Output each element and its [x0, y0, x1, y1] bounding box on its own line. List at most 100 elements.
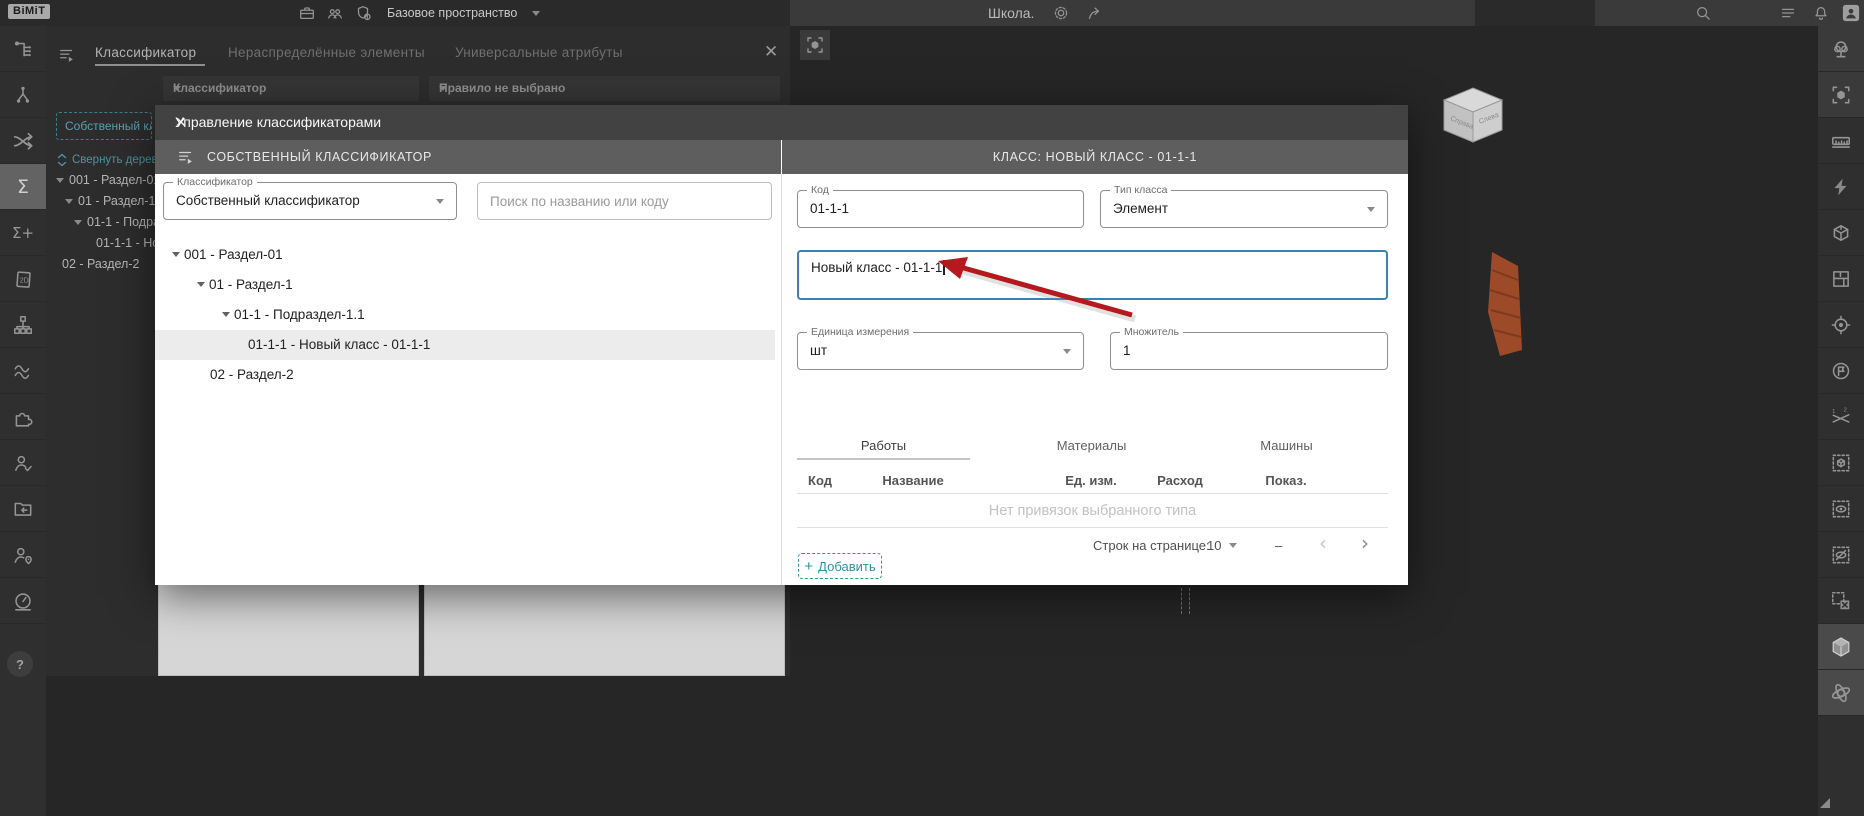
chevron-down-icon[interactable] [1229, 543, 1237, 548]
svg-text:2D: 2D [20, 276, 29, 284]
frame-hexagon-icon[interactable] [1818, 72, 1864, 118]
table-rule [797, 493, 1388, 494]
classifier-filter-select[interactable]: Классификатор [163, 76, 419, 101]
classifier-select[interactable]: Классификатор Собственный классификатор [163, 176, 457, 220]
gauge-icon[interactable] [0, 578, 46, 624]
folder-import-icon[interactable] [0, 486, 46, 532]
gear-icon[interactable] [1052, 4, 1070, 22]
sigma-icon[interactable]: Σ [0, 164, 46, 210]
collapse-tree-label[interactable]: Свернуть дерево [72, 154, 164, 166]
chevron-down-icon[interactable] [532, 11, 540, 16]
hide-icon[interactable] [1818, 532, 1864, 578]
next-page-icon[interactable]: › [1361, 533, 1369, 553]
active-tab-underline [95, 64, 205, 66]
tree-item[interactable]: 01 - Раздел-1 [78, 194, 155, 208]
sheet-2d-icon[interactable]: 2D [0, 256, 46, 302]
close-icon[interactable]: ✕ [764, 42, 778, 62]
app-logo: BiMiT [8, 4, 51, 19]
add-binding-button[interactable]: + Добавить [798, 553, 882, 579]
chevron-down-icon [1367, 207, 1375, 212]
table-rule [797, 527, 1388, 528]
tab-classifier[interactable]: Классификатор [95, 45, 196, 60]
empty-table-message: Нет привязок выбранного типа [988, 503, 1197, 519]
class-name-field[interactable]: Новый класс - 01-1-1 [797, 250, 1388, 300]
account-icon[interactable] [1842, 4, 1860, 22]
list-icon[interactable] [1779, 4, 1797, 22]
orbit-icon[interactable] [1818, 670, 1864, 716]
tree-icon[interactable] [1818, 26, 1864, 72]
background-table-panel [424, 583, 785, 676]
tab-machines[interactable]: Машины [1200, 438, 1373, 453]
previous-page-icon[interactable]: ‹ [1319, 533, 1327, 553]
search-input[interactable] [477, 182, 772, 220]
briefcase-icon[interactable] [298, 4, 316, 22]
search-icon[interactable] [1694, 4, 1712, 22]
column-header: Ед. изм. [1065, 473, 1117, 488]
ghost-cube-icon[interactable] [1818, 440, 1864, 486]
class-type-select[interactable]: Тип класса Элемент [1100, 184, 1388, 228]
plus-icon: + [804, 557, 814, 575]
unit-select[interactable]: Единица измерения шт [797, 326, 1084, 370]
workspace-selector[interactable]: Базовое пространство [387, 6, 517, 20]
ruler-icon[interactable] [1818, 118, 1864, 164]
tree-row-selected[interactable]: 01-1-1 - Новый класс - 01-1-1 [155, 330, 775, 360]
rows-per-page-select[interactable]: 10 [1207, 538, 1221, 553]
dimension-icon[interactable]: 1 2 [1818, 394, 1864, 440]
dialog-title-bar: Управление классификаторами ✕ [155, 105, 1408, 140]
code-field[interactable]: Код 01-1-1 [797, 184, 1084, 228]
tree-item[interactable]: 001 - Раздел-01 [69, 173, 160, 187]
tab-unassigned[interactable]: Нераспределённые элементы [228, 45, 425, 60]
person-check-icon[interactable] [0, 440, 46, 486]
model-guide-line [1189, 588, 1190, 614]
tree-row[interactable]: 01-1 - Подраздел-1.1 [155, 300, 775, 330]
cube-section-icon[interactable] [1818, 210, 1864, 256]
text-cursor [943, 260, 945, 275]
classifier-chip[interactable]: Собственный кл [56, 112, 152, 140]
collapse-tree-icon[interactable] [56, 153, 68, 167]
view-cube[interactable]: Справа Слева [1438, 84, 1508, 144]
tree-row[interactable]: 02 - Раздел-2 [155, 360, 775, 390]
section-flash-icon[interactable] [1818, 164, 1864, 210]
left-toolbar: Σ Σ+ 2D [0, 26, 46, 816]
tab-works[interactable]: Работы [797, 438, 970, 453]
tree-item[interactable]: 02 - Раздел-2 [62, 257, 139, 271]
classifier-management-dialog: Управление классификаторами ✕ СОБСТВЕННЫ… [155, 105, 1408, 585]
multiplier-field[interactable]: Множитель 1 [1110, 326, 1388, 370]
puzzle-icon[interactable] [0, 394, 46, 440]
shuffle-icon[interactable] [0, 118, 46, 164]
viewport-select-tool[interactable] [800, 30, 830, 60]
chevron-down-icon [436, 199, 444, 204]
clear-selection-icon[interactable] [1818, 578, 1864, 624]
person-pin-icon[interactable] [0, 532, 46, 578]
tree-menu-icon[interactable] [177, 148, 195, 166]
page-range: – [1275, 538, 1283, 553]
org-chart-icon[interactable] [0, 302, 46, 348]
team-icon[interactable] [326, 4, 344, 22]
tab-materials[interactable]: Материалы [1005, 438, 1178, 453]
shield-badge-icon[interactable] [354, 4, 372, 22]
share-icon[interactable] [1086, 4, 1104, 22]
column-header: Код [808, 473, 832, 488]
sigma-plus-icon[interactable]: Σ+ [0, 210, 46, 256]
column-header: Показ. [1265, 473, 1307, 488]
trend-icon[interactable] [0, 348, 46, 394]
floor-plan-icon[interactable] [1818, 256, 1864, 302]
branch-icon[interactable] [0, 72, 46, 118]
tree-row[interactable]: 01 - Раздел-1 [155, 270, 775, 300]
show-icon[interactable] [1818, 486, 1864, 532]
left-section-title: СОБСТВЕННЫЙ КЛАССИФИКАТОР [207, 150, 432, 164]
rows-per-page-label: Строк на странице: [1093, 538, 1210, 553]
flag-circle-icon[interactable] [1818, 348, 1864, 394]
hierarchy-icon[interactable] [0, 26, 46, 72]
chevron-down-icon [1063, 349, 1071, 354]
tab-attributes[interactable]: Универсальные атрибуты [455, 45, 623, 60]
panel-menu-icon[interactable] [58, 46, 76, 64]
solid-cube-icon[interactable] [1818, 624, 1864, 670]
help-button[interactable]: ? [7, 651, 33, 677]
rule-filter-select[interactable]: Правило не выбрано [429, 76, 780, 101]
target-icon[interactable] [1818, 302, 1864, 348]
resize-handle[interactable] [1820, 798, 1830, 808]
notifications-icon[interactable] [1812, 4, 1830, 22]
close-icon[interactable]: ✕ [175, 114, 1394, 131]
tree-row[interactable]: 001 - Раздел-01 [155, 240, 775, 270]
